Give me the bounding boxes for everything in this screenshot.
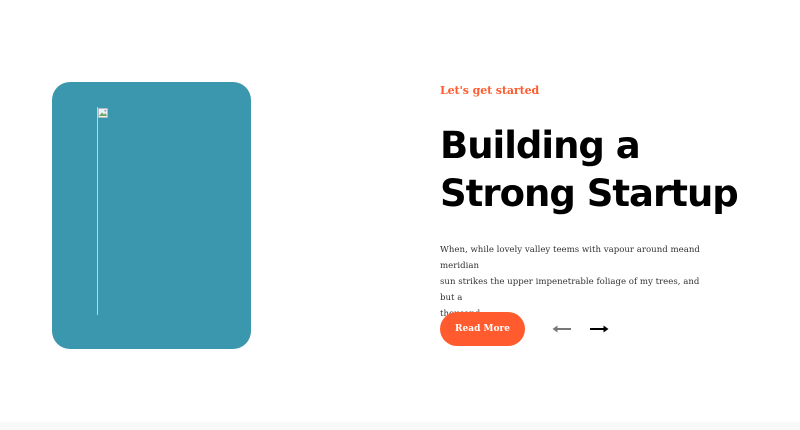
description-line-2: sun strikes the upper impenetrable folia… xyxy=(440,277,700,303)
arrow-left-icon[interactable] xyxy=(552,324,572,334)
hero-image-card xyxy=(52,82,251,349)
arrow-right-icon[interactable] xyxy=(589,324,609,334)
image-placeholder-icon xyxy=(98,108,108,118)
hero-description: When, while lovely valley teems with vap… xyxy=(440,242,702,322)
page-footer-band xyxy=(0,422,800,430)
broken-image-icon xyxy=(97,107,109,317)
hero-headline: Building a Strong Startup xyxy=(440,122,760,218)
eyebrow-label: Let's get started xyxy=(440,84,540,97)
hero-content: Let's get started Building a Strong Star… xyxy=(440,84,760,322)
headline-line-2: Strong Startup xyxy=(440,172,739,215)
image-frame-line xyxy=(97,107,98,315)
hero-actions: Read More xyxy=(440,312,609,346)
read-more-button[interactable]: Read More xyxy=(440,312,525,346)
description-line-1: When, while lovely valley teems with vap… xyxy=(440,245,700,271)
headline-line-1: Building a xyxy=(440,124,641,167)
